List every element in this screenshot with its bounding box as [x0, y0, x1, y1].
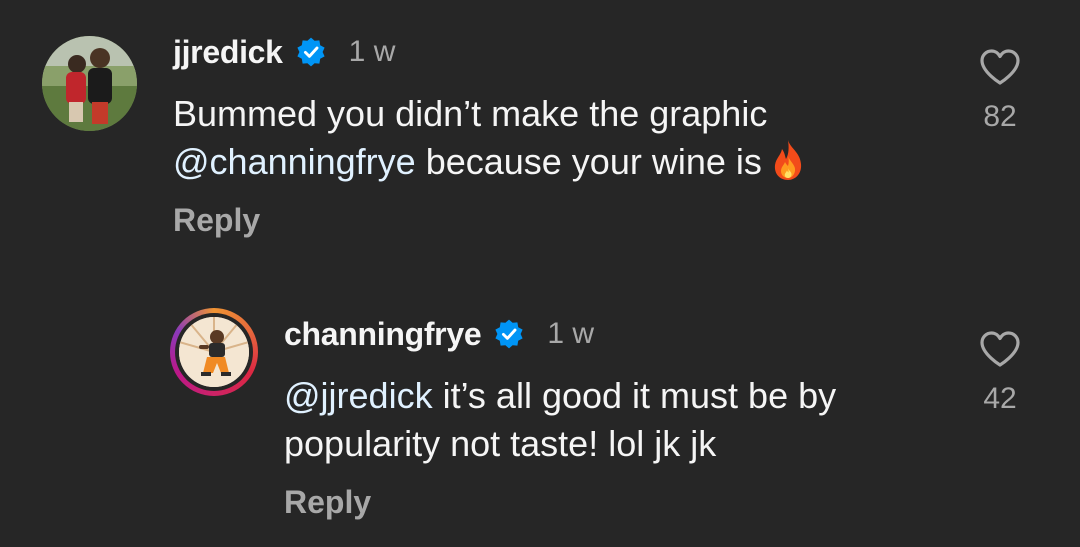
comments-thread: jjredick 1 w Bummed you didn’t make the … [0, 0, 1080, 547]
username[interactable]: channingfrye [284, 316, 482, 353]
reply-button[interactable]: Reply [284, 484, 371, 521]
reply-comment: channingfrye 1 w @jjredick it’s all good… [0, 290, 1080, 547]
like-count: 42 [983, 382, 1017, 415]
timestamp: 1 w [348, 35, 396, 68]
comment-header: channingfrye 1 w [284, 312, 594, 356]
reply-button[interactable]: Reply [173, 202, 260, 239]
like-control: 42 [960, 330, 1040, 416]
timestamp: 1 w [547, 317, 595, 350]
mention-link[interactable]: @jjredick [284, 375, 433, 416]
verified-badge-icon [495, 319, 523, 349]
comment-text-part: because your wine is [415, 141, 762, 182]
avatar-illustration [179, 317, 249, 387]
avatar-with-story-ring[interactable] [170, 308, 258, 396]
comment-header: jjredick 1 w [173, 30, 395, 74]
avatar[interactable] [42, 36, 137, 131]
comment: jjredick 1 w Bummed you didn’t make the … [0, 0, 1080, 270]
like-control: 82 [960, 48, 1040, 134]
avatar [179, 317, 249, 387]
verified-badge-icon [297, 37, 325, 67]
heart-icon[interactable] [979, 48, 1021, 86]
username[interactable]: jjredick [173, 34, 283, 71]
mention-link[interactable]: @channingfrye [173, 141, 416, 182]
fire-emoji-icon [774, 140, 801, 180]
comment-text: @jjredick it’s all good it must be by po… [284, 372, 934, 468]
comment-text: Bummed you didn’t make the graphic @chan… [173, 90, 933, 186]
heart-icon[interactable] [979, 330, 1021, 368]
like-count: 82 [983, 100, 1017, 133]
avatar-photo [42, 36, 137, 131]
comment-text-part: Bummed you didn’t make the graphic [173, 93, 768, 134]
